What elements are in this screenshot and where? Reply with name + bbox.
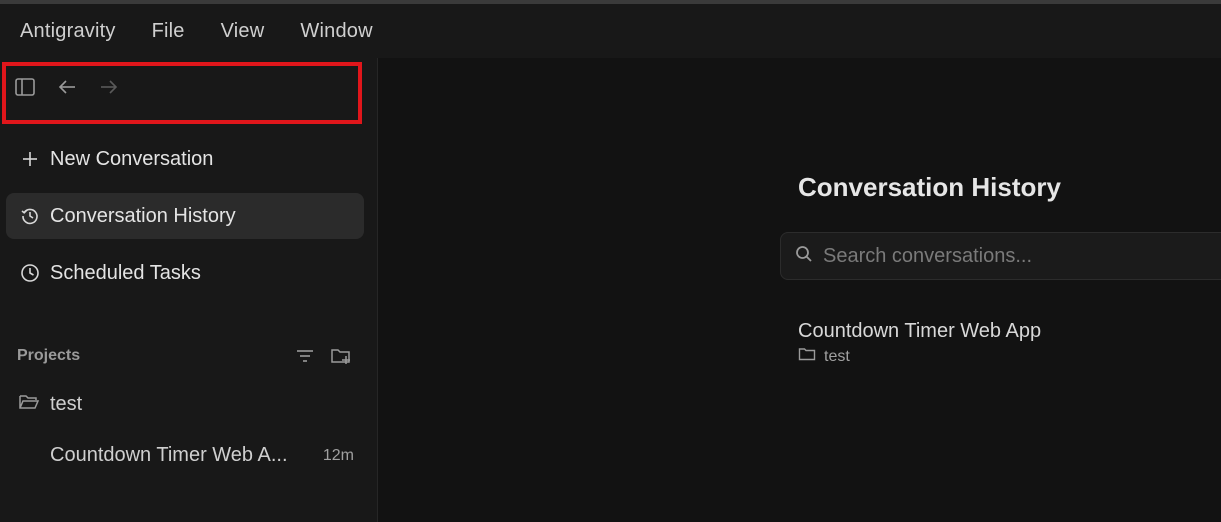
menu-window[interactable]: Window <box>300 20 372 43</box>
project-conversation-item[interactable]: Countdown Timer Web A... 12m <box>50 444 354 467</box>
conversation-history-button[interactable]: Conversation History <box>6 193 364 239</box>
history-icon <box>20 206 40 226</box>
menu-file[interactable]: File <box>152 20 185 43</box>
conversation-result-item[interactable]: Countdown Timer Web App test <box>798 320 1041 366</box>
new-conversation-label: New Conversation <box>50 147 214 170</box>
project-name: test <box>50 393 83 415</box>
new-folder-icon[interactable] <box>329 344 353 368</box>
plus-icon <box>20 149 40 169</box>
result-project: test <box>824 347 850 365</box>
search-box[interactable] <box>780 232 1221 280</box>
projects-header: Projects <box>17 344 353 368</box>
main-panel: Conversation History Countdown Timer Web… <box>378 58 1221 522</box>
new-conversation-button[interactable]: New Conversation <box>6 136 364 182</box>
menu-bar: Antigravity File View Window <box>0 4 1221 58</box>
menu-antigravity[interactable]: Antigravity <box>20 20 116 43</box>
projects-label: Projects <box>17 347 81 364</box>
sidebar-toggle-icon[interactable] <box>12 74 38 100</box>
sidebar: New Conversation Conversation History Sc… <box>0 58 378 522</box>
filter-icon[interactable] <box>293 344 317 368</box>
result-meta: test <box>798 347 1041 366</box>
sidebar-toolbar <box>12 74 138 100</box>
project-folder-test[interactable]: test <box>18 393 82 416</box>
app-window: Antigravity File View Window New Convers… <box>0 0 1221 522</box>
menu-view[interactable]: View <box>221 20 265 43</box>
clock-icon <box>20 263 40 283</box>
project-conversation-title: Countdown Timer Web A... <box>50 444 288 466</box>
folder-open-icon <box>18 393 40 416</box>
folder-icon <box>798 347 816 366</box>
arrow-left-icon[interactable] <box>54 74 80 100</box>
scheduled-tasks-label: Scheduled Tasks <box>50 261 201 284</box>
scheduled-tasks-button[interactable]: Scheduled Tasks <box>6 250 364 296</box>
search-input[interactable] <box>821 243 1221 269</box>
search-icon <box>795 245 813 268</box>
page-title: Conversation History <box>798 172 1061 202</box>
arrow-right-icon[interactable] <box>96 74 122 100</box>
project-conversation-time: 12m <box>322 446 354 464</box>
result-title: Countdown Timer Web App <box>798 320 1042 342</box>
projects-actions <box>281 344 353 368</box>
conversation-history-label: Conversation History <box>50 204 236 227</box>
